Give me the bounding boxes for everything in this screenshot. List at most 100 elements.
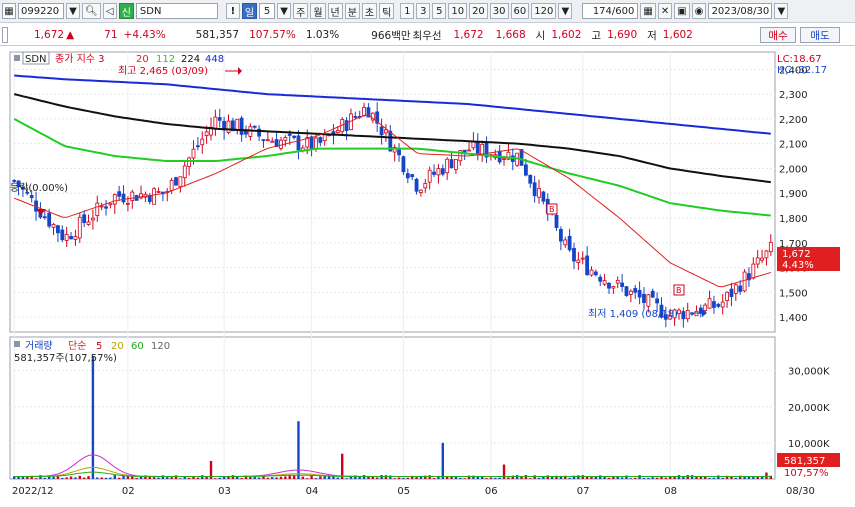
period-minute-button[interactable]: 분 <box>344 3 360 19</box>
volume-bar <box>174 475 178 479</box>
candle-body <box>742 271 747 292</box>
volume-bar <box>104 477 108 479</box>
period-week-button[interactable]: 주 <box>293 3 309 19</box>
save-icon[interactable]: ▣ <box>674 3 690 19</box>
legend-ma112: 112 <box>156 54 175 65</box>
interval-5-button[interactable]: 5 <box>432 3 447 19</box>
candle-body <box>191 148 196 159</box>
volume-bar <box>730 476 733 479</box>
best-quote-label: 최우선 <box>412 29 442 42</box>
interval-120-button[interactable]: 120 <box>531 3 557 19</box>
interval-3-button[interactable]: 3 <box>416 3 431 19</box>
candle-body <box>401 156 406 173</box>
interval-30-button[interactable]: 30 <box>489 3 509 19</box>
volume-bar <box>336 477 340 479</box>
bar-count-value: 174/600 <box>592 5 635 17</box>
candle-body <box>73 236 78 240</box>
period-num-field[interactable]: 5 <box>259 3 276 19</box>
period-label: 월 <box>313 7 323 19</box>
period-dropdown-icon[interactable]: ▼ <box>277 3 292 19</box>
price-tick-label: 2,100 <box>779 140 808 151</box>
grid-settings-icon[interactable]: ▦ <box>640 3 656 19</box>
sell-button[interactable]: 매도 <box>800 27 840 43</box>
x-tick-label: 08/30 <box>786 486 815 497</box>
candle-body <box>104 206 108 209</box>
candle-body <box>567 235 572 251</box>
candle-body <box>296 135 301 151</box>
speaker-icon[interactable]: ◁ <box>102 3 117 19</box>
legend-name: SDN <box>25 54 47 65</box>
legend-label: 종가 지수 3 <box>55 53 105 65</box>
candle-body <box>195 145 200 148</box>
candle-body <box>147 195 152 202</box>
date-field[interactable]: 2023/08/30 <box>708 3 773 19</box>
code-dropdown-icon[interactable]: ▼ <box>66 3 80 19</box>
candle-body <box>751 263 756 279</box>
volume-bar <box>432 477 436 479</box>
candle-body <box>449 159 454 169</box>
volume-legend-type: 단순 <box>68 340 86 352</box>
candle-body <box>314 137 318 149</box>
volume-bar <box>712 477 716 479</box>
period-day-button[interactable]: 일 <box>241 3 258 19</box>
interval-1-button[interactable]: 1 <box>400 3 415 19</box>
volume-bar <box>266 477 270 479</box>
search-icon[interactable]: 🔍︎ <box>82 3 101 19</box>
volume-bar <box>690 475 694 479</box>
candle-body <box>694 310 699 317</box>
volume-tick-label: 30,000K <box>788 367 830 378</box>
price-tick-label: 2,300 <box>779 90 808 101</box>
volume-bar <box>179 478 182 479</box>
indicator-icon[interactable]: ✕ <box>657 3 673 19</box>
volume-bar <box>760 476 764 479</box>
period-second-button[interactable]: 초 <box>361 3 378 19</box>
camera-icon[interactable]: ◉ <box>691 3 707 19</box>
candle-body <box>445 158 450 174</box>
interval-dropdown-icon[interactable]: ▼ <box>558 3 573 19</box>
legend-ma224: 224 <box>181 54 200 65</box>
stock-name-field[interactable]: SDN <box>135 3 218 19</box>
candle-body <box>322 133 327 142</box>
volume-bar <box>441 442 444 479</box>
interval-60-button[interactable]: 60 <box>510 3 530 19</box>
interval-20-button[interactable]: 20 <box>469 3 488 19</box>
chart-area[interactable]: 2,400 2,300 2,200 2,100 2,000 1,900 1,800 1,700… <box>0 47 855 504</box>
hc-label: HC:-32.17 <box>777 65 827 76</box>
volume-bar <box>599 475 602 479</box>
candle-body <box>454 159 458 170</box>
candle-body <box>432 171 436 175</box>
stock-code-input[interactable]: 099220 <box>18 3 64 19</box>
trade-amount: 966백만 <box>371 29 411 42</box>
volume-bar <box>301 476 305 479</box>
period-tick-button[interactable]: 틱 <box>379 3 395 19</box>
price-tick-label: 1,500 <box>779 288 808 299</box>
buy-button[interactable]: 매수 <box>760 27 796 43</box>
candle-body <box>261 139 266 142</box>
volume-bar <box>415 477 418 479</box>
volume-bar <box>585 476 589 479</box>
volume-bar <box>494 477 497 479</box>
stock-chart[interactable]: 2,4002,3002,2002,1002,0001,9001,8001,700… <box>0 47 855 504</box>
date-value: 2023/08/30 <box>711 5 770 17</box>
interval-10-button[interactable]: 10 <box>448 3 468 19</box>
candle-body <box>187 157 192 167</box>
menu-icon[interactable]: ▦ <box>2 3 16 19</box>
x-tick-label: 08 <box>664 486 677 497</box>
candle-body <box>576 259 581 263</box>
calendar-dropdown-icon[interactable]: ▼ <box>774 3 789 19</box>
volume-bar <box>122 475 125 479</box>
period-month-button[interactable]: 월 <box>310 3 326 19</box>
bar-count-field[interactable]: 174/600 <box>582 3 639 19</box>
volume-bar <box>463 478 466 479</box>
alert-button[interactable]: ! <box>225 3 240 19</box>
volume-panel-frame <box>9 336 776 480</box>
candle-body <box>607 282 611 289</box>
period-year-button[interactable]: 년 <box>327 3 343 19</box>
candle-body <box>353 116 358 118</box>
volume-bar <box>634 477 637 479</box>
candle-body <box>738 285 743 292</box>
candle-body <box>64 233 69 241</box>
candle-body <box>130 191 135 201</box>
volume-bar <box>629 478 633 479</box>
candle-body <box>397 149 401 156</box>
